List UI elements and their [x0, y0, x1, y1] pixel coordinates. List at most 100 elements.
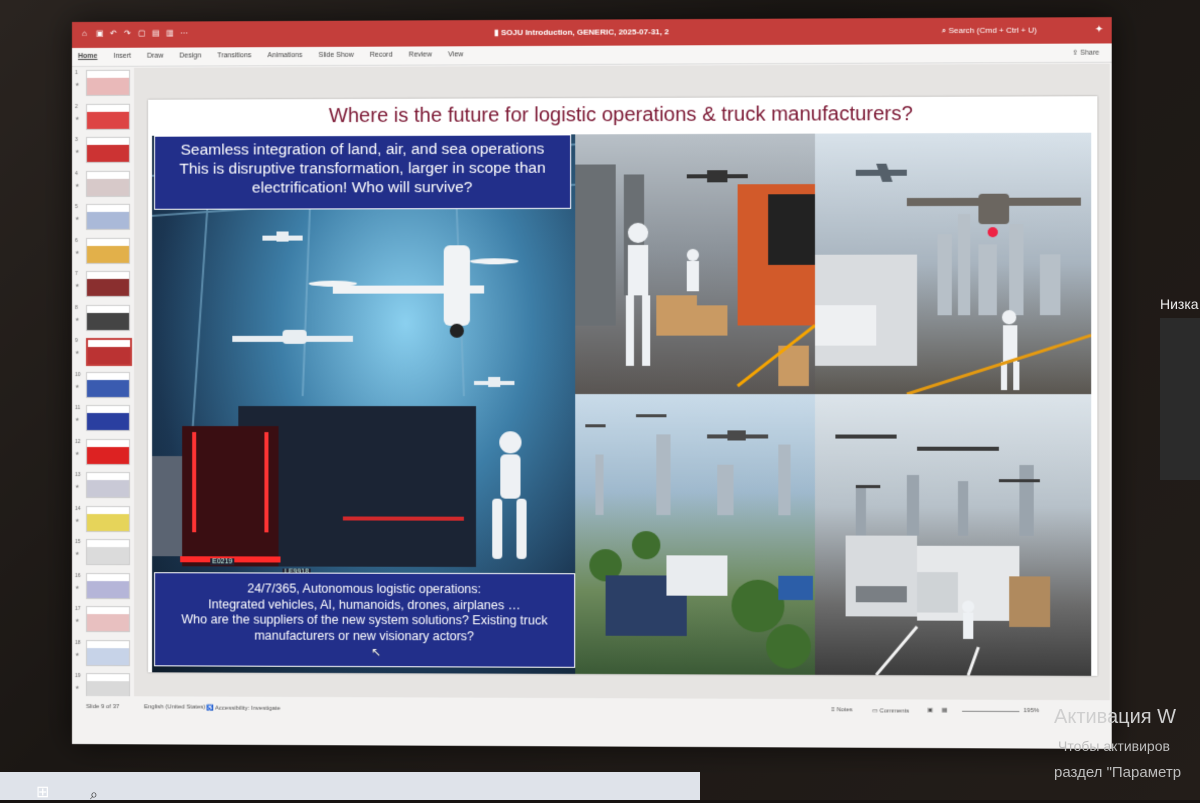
transition-star-icon: ★ — [75, 551, 79, 557]
slide-title[interactable]: Where is the future for logistic operati… — [148, 102, 1097, 128]
comments-button[interactable]: ▭ Comments — [872, 707, 909, 714]
text-line: manufacturers or new visionary actors? — [155, 628, 574, 645]
tab-insert[interactable]: Insert — [113, 53, 131, 60]
slide-thumbnail[interactable]: 19 ★ — [74, 671, 132, 696]
drone-dock — [687, 170, 748, 182]
transition-star-icon: ★ — [75, 350, 79, 356]
taskbar-search-icon[interactable]: ⌕ — [90, 786, 98, 803]
slide-thumbnail-image — [86, 338, 132, 366]
skyline-far — [856, 465, 1034, 536]
slide-thumbnail[interactable]: 14 ★ — [74, 504, 132, 538]
transition-star-icon: ★ — [75, 283, 79, 289]
drones-sky — [585, 414, 768, 440]
delivery-truck — [606, 555, 728, 636]
accessibility-indicator[interactable]: ♿ Accessibility: Investigate — [206, 705, 280, 712]
transition-star-icon: ★ — [75, 451, 79, 457]
transition-star-icon: ★ — [75, 585, 79, 591]
save-icon[interactable]: ▣ — [96, 30, 104, 38]
license-plate-left: E0219 — [210, 558, 234, 565]
windows-start-icon[interactable]: ⊞ — [36, 782, 58, 800]
slide-thumbnail[interactable]: 7 ★ — [74, 269, 132, 303]
zoom-slider[interactable] — [962, 711, 1019, 712]
undo-icon[interactable]: ↶ — [110, 30, 118, 38]
document-icon: ▮ — [494, 28, 501, 37]
zoom-level[interactable]: 195% — [1024, 708, 1040, 714]
language-indicator[interactable]: English (United States) — [144, 704, 206, 710]
share-button[interactable]: ⇪ Share — [1072, 49, 1099, 57]
text-box-autonomous[interactable]: 24/7/365, Autonomous logistic operations… — [154, 572, 575, 668]
slide-thumbnail-image — [86, 70, 130, 96]
transition-star-icon: ★ — [75, 384, 79, 390]
accessibility-icon: ♿ — [206, 706, 215, 712]
slide-thumbnail[interactable]: 3 ★ — [74, 135, 132, 169]
city-trucks-illustration — [815, 133, 1091, 394]
text-box-integration[interactable]: Seamless integration of land, air, and s… — [154, 134, 571, 209]
text-line: Who are the suppliers of the new system … — [155, 612, 574, 629]
slide-thumbnail-image — [86, 539, 130, 565]
solar-panels — [778, 576, 813, 600]
slide-thumbnail[interactable]: 6 ★ — [74, 235, 132, 269]
tab-draw[interactable]: Draw — [147, 53, 163, 60]
open-icon[interactable]: ▤ — [152, 30, 160, 38]
tab-record[interactable]: Record — [370, 52, 393, 59]
view-sorter-icon[interactable]: ▦ — [942, 707, 948, 714]
text-line: This is disruptive transformation, large… — [155, 159, 570, 179]
image-highway-platoon[interactable] — [815, 394, 1091, 676]
slide-thumbnail[interactable]: 9 ★ — [74, 336, 132, 370]
slide-thumbnail-image — [86, 573, 130, 599]
slide-thumbnail[interactable]: 15 ★ — [74, 537, 132, 571]
airplane — [856, 164, 907, 182]
slide-number: 17 — [75, 606, 81, 612]
slide-thumbnail[interactable]: 11 ★ — [74, 403, 132, 437]
slide-thumbnail[interactable]: 12 ★ — [74, 437, 132, 471]
tab-home[interactable]: Home — [78, 53, 97, 60]
slide-thumbnail[interactable]: 2 ★ — [74, 101, 132, 135]
slide-number: 16 — [75, 573, 81, 579]
humanoid-robot — [492, 431, 526, 559]
image-loading-dock-robots[interactable] — [575, 134, 815, 395]
green-city-illustration — [575, 394, 815, 675]
slide-number: 19 — [75, 673, 81, 679]
slide-thumbnail[interactable]: 18 ★ — [74, 638, 132, 672]
slide-editor[interactable]: Where is the future for logistic operati… — [134, 64, 1110, 701]
slide-thumbnail-image — [86, 640, 130, 666]
slide-thumbnail[interactable]: 13 ★ — [74, 470, 132, 504]
slide-thumbnail[interactable]: 5 ★ — [74, 202, 132, 236]
slide-thumbnail-image — [86, 506, 130, 532]
image-green-city-delivery[interactable] — [575, 394, 815, 675]
tab-design[interactable]: Design — [179, 52, 201, 59]
highway-illustration — [815, 394, 1091, 676]
slide-number: 1 — [75, 70, 78, 76]
print-icon[interactable]: ▥ — [166, 30, 174, 38]
tab-review[interactable]: Review — [409, 51, 432, 58]
ribbon-tabs: Home Insert Draw Design Transitions Animation… — [78, 51, 463, 60]
slide-9[interactable]: Where is the future for logistic operati… — [148, 96, 1097, 676]
transition-star-icon: ★ — [75, 82, 79, 88]
slide-thumbnail[interactable]: 1 ★ — [74, 68, 132, 102]
image-city-trucks-drones[interactable] — [815, 133, 1091, 394]
transition-star-icon: ★ — [75, 417, 79, 423]
robot-highway — [962, 601, 974, 639]
slide-thumbnail[interactable]: 4 ★ — [74, 168, 132, 202]
slide-thumbnail[interactable]: 17 ★ — [74, 604, 132, 638]
tab-slide-show[interactable]: Slide Show — [318, 52, 353, 59]
tab-animations[interactable]: Animations — [268, 52, 303, 59]
slide-thumbnail[interactable]: 8 ★ — [74, 302, 132, 336]
tab-transitions[interactable]: Transitions — [217, 52, 251, 59]
view-normal-icon[interactable]: ▣ — [927, 707, 933, 714]
more-icon[interactable]: ⋯ — [180, 29, 188, 37]
drones-fleet — [835, 435, 1040, 489]
notes-button[interactable]: ≡ Notes — [831, 707, 852, 713]
slide-thumbnail[interactable]: 16 ★ — [74, 571, 132, 605]
new-icon[interactable]: ▢ — [138, 30, 146, 38]
mouse-cursor-icon: ↖ — [371, 645, 381, 659]
copilot-icon[interactable]: ✦ — [1095, 24, 1104, 35]
home-icon[interactable]: ⌂ — [82, 30, 90, 38]
robot-street — [1001, 310, 1019, 390]
slide-number: 5 — [75, 204, 78, 210]
search-box[interactable]: ⌕ Search (Cmd + Ctrl + U) — [942, 26, 1037, 37]
slide-thumbnail-pane[interactable]: 1 ★ 2 ★ 3 ★ 4 ★ 5 ★ 6 ★ 7 ★ 8 ★ 9 ★ 10 ★ 11 ★ 12 ★ 13 ★ 14 ★ 15 ★ 16 ★ 1… — [74, 68, 132, 696]
tab-view[interactable]: View — [448, 51, 463, 58]
slide-thumbnail[interactable]: 10 ★ — [74, 369, 132, 403]
redo-icon[interactable]: ↷ — [124, 30, 132, 38]
